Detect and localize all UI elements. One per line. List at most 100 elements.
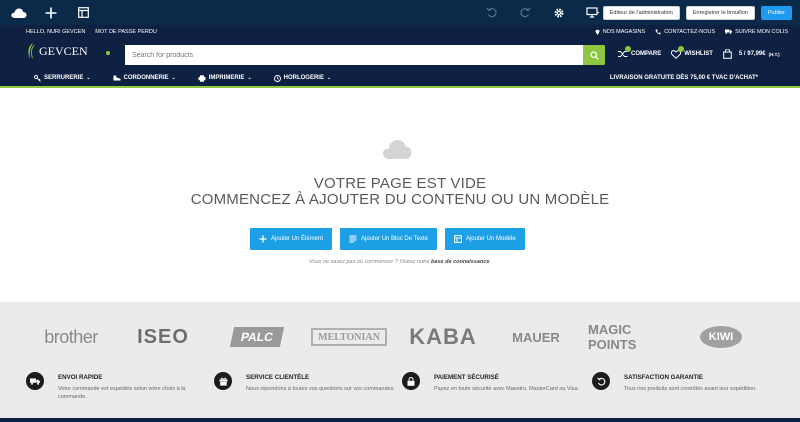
feature-fast-delivery: ENVOI RAPIDE Votre commande est expédiée… [26, 372, 216, 412]
cart-tax-label: (H.T.) [768, 51, 780, 57]
save-draft-button[interactable]: Enregistrer le brouillon [685, 5, 755, 20]
feature-title: SERVICE CLIENTÈLE [246, 374, 310, 381]
lock-icon [402, 372, 420, 390]
cart-link[interactable]: 5 / 97,99€ (H.T.) [723, 49, 780, 59]
brand-logo[interactable]: MAGIC POINTS [588, 322, 668, 352]
nav-label: HORLOGERIE [283, 75, 324, 81]
chevron-down-icon: ⌄ [326, 75, 332, 81]
feature-title: PAIEMENT SÉCURISÉ [434, 374, 499, 381]
empty-title-line1: VOTRE PAGE EST VIDE [313, 175, 487, 192]
return-icon [592, 372, 610, 390]
wishlist-label: WISHLIST [684, 51, 713, 57]
template-icon [454, 235, 462, 243]
logo-text: GEVCEN [39, 43, 88, 58]
search-input[interactable] [125, 45, 583, 65]
feature-satisfaction: SATISFACTION GARANTIE Tous nos produits … [592, 372, 782, 412]
add-content-buttons: Ajouter Un Élément Ajouter Un Bloc De Te… [250, 228, 525, 250]
add-template-button[interactable]: Ajouter Un Modèle [444, 228, 525, 250]
cart-total: 5 / 97,99€ [738, 51, 766, 57]
add-text-block-button[interactable]: Ajouter Un Bloc De Texte [340, 228, 437, 250]
key-icon [34, 74, 41, 82]
free-shipping-banner: LIVRAISON GRATUITE DÈS 75,00 € TVAC D'AC… [609, 75, 758, 81]
truck-small-icon [725, 29, 733, 34]
nav-item-cordonnerie[interactable]: CORDONNERIE ⌄ [113, 75, 176, 82]
feature-customer-service: SERVICE CLIENTÈLE Nous répondons à toute… [214, 372, 404, 412]
nav-item-imprimerie[interactable]: IMPRIMERIE ⌄ [198, 74, 252, 82]
chevron-down-icon: ⌄ [86, 75, 91, 81]
feature-title: SATISFACTION GARANTIE [624, 374, 703, 381]
plus-icon [259, 235, 267, 243]
admin-editor-button[interactable]: Éditeur de l'administration [602, 5, 680, 20]
stores-link[interactable]: NOS MAGASINS [595, 29, 645, 35]
nav-label: IMPRIMERIE [208, 75, 245, 81]
nav-item-horlogerie[interactable]: HORLOGERIE ⌄ [273, 74, 332, 82]
nav-item-serrurerie[interactable]: SERRURERIE ⌄ [34, 74, 91, 82]
publish-button[interactable]: Publier [760, 5, 792, 20]
desktop-preview-icon[interactable] [582, 2, 604, 24]
shoe-icon [113, 75, 121, 81]
cloud-logo-icon[interactable] [8, 2, 30, 24]
brand-logos-row: brother ISEO PALC MELTONIAN KABA MAUER M… [0, 322, 800, 352]
brand-logo[interactable]: MAUER [496, 322, 576, 352]
search-button[interactable] [583, 45, 605, 65]
add-element-label: Ajouter Un Élément [271, 236, 324, 242]
nav-label: SERRURERIE [44, 75, 84, 81]
contact-link[interactable]: CONTACTEZ-NOUS [655, 29, 715, 35]
brand-logo[interactable]: KABA [404, 322, 482, 352]
add-template-label: Ajouter Un Modèle [465, 236, 516, 242]
track-order-label: SUIVRE MON COLIS [735, 28, 788, 35]
leaf-logo-icon [28, 43, 35, 59]
truck-icon [26, 372, 44, 390]
add-element-button[interactable]: Ajouter Un Élément [250, 228, 333, 250]
category-nav: SERRURERIE ⌄ CORDONNERIE ⌄ IMPRIMERIE ⌄ … [0, 70, 800, 88]
brand-logo[interactable]: MELTONIAN [311, 328, 387, 346]
store-logo[interactable]: GEVCEN [26, 42, 88, 60]
map-pin-icon [595, 29, 600, 35]
brand-logo[interactable]: PALC [229, 327, 285, 347]
feature-description: Payez en toute sécurité avec Maestro, Ma… [434, 386, 580, 392]
knowledge-base-link[interactable]: base de connaissance [431, 259, 489, 265]
brand-logo[interactable]: brother [30, 322, 112, 352]
printer-icon [198, 74, 206, 82]
user-greeting-link[interactable]: HELLO, NURI GEVCEN [26, 29, 85, 35]
empty-page-area: VOTRE PAGE EST VIDE COMMENCEZ À AJOUTER … [0, 90, 800, 302]
hint-prefix: Vous ne savez pas où commencer ? Visitez… [309, 259, 430, 265]
add-icon[interactable] [40, 2, 62, 24]
nav-label: CORDONNERIE [123, 75, 169, 81]
feature-description: Tous nos produits sont contrôlés avant l… [624, 386, 757, 392]
track-order-link[interactable]: SUIVRE MON COLIS [725, 29, 788, 35]
text-lines-icon [349, 235, 357, 243]
gift-icon [214, 372, 232, 390]
search-bar [125, 45, 605, 65]
empty-title-line2: COMMENCEZ À AJOUTER DU CONTENU OU UN MOD… [190, 191, 610, 208]
feature-description: Nous répondons à toutes vos questions su… [246, 386, 395, 392]
store-header: GEVCEN COMPARE WISHLIST 5 / 97,99€ (H.T.… [0, 38, 800, 70]
store-topbar: HELLO, NURI GEVCEN MOT DE PASSE PERDU NO… [0, 25, 800, 38]
empty-page-message: VOTRE PAGE EST VIDE COMMENCEZ À AJOUTER … [0, 176, 800, 208]
hint-suffix: . [489, 259, 491, 265]
features-row: ENVOI RAPIDE Votre commande est expédiée… [0, 372, 800, 412]
settings-gear-icon[interactable] [548, 2, 570, 24]
search-icon [589, 50, 599, 60]
add-text-block-label: Ajouter Un Bloc De Texte [361, 236, 428, 242]
clock-icon [273, 74, 281, 82]
chevron-down-icon: ⌄ [247, 75, 252, 81]
feature-secure-payment: PAIEMENT SÉCURISÉ Payez en toute sécurit… [402, 372, 592, 412]
cloud-placeholder-icon [382, 140, 412, 159]
contact-label: CONTACTEZ-NOUS [664, 28, 716, 35]
redo-icon[interactable] [514, 2, 536, 24]
shopping-bag-icon [723, 49, 732, 59]
wishlist-badge [678, 45, 685, 52]
help-hint: Vous ne savez pas où commencer ? Visitez… [0, 259, 800, 265]
brands-section: brother ISEO PALC MELTONIAN KABA MAUER M… [0, 302, 800, 422]
brand-logo[interactable]: KIWI [700, 326, 742, 348]
layout-icon[interactable] [72, 2, 94, 24]
feature-description: Votre commande est expédiée selon votre … [58, 386, 186, 400]
brand-logo[interactable]: ISEO [128, 322, 198, 352]
wishlist-link[interactable]: WISHLIST [671, 45, 713, 59]
undo-icon[interactable] [480, 2, 502, 24]
forgot-password-link[interactable]: MOT DE PASSE PERDU [95, 29, 157, 35]
logo-accent-dot [106, 51, 110, 55]
feature-title: ENVOI RAPIDE [58, 374, 103, 381]
compare-link[interactable]: COMPARE [618, 46, 661, 58]
